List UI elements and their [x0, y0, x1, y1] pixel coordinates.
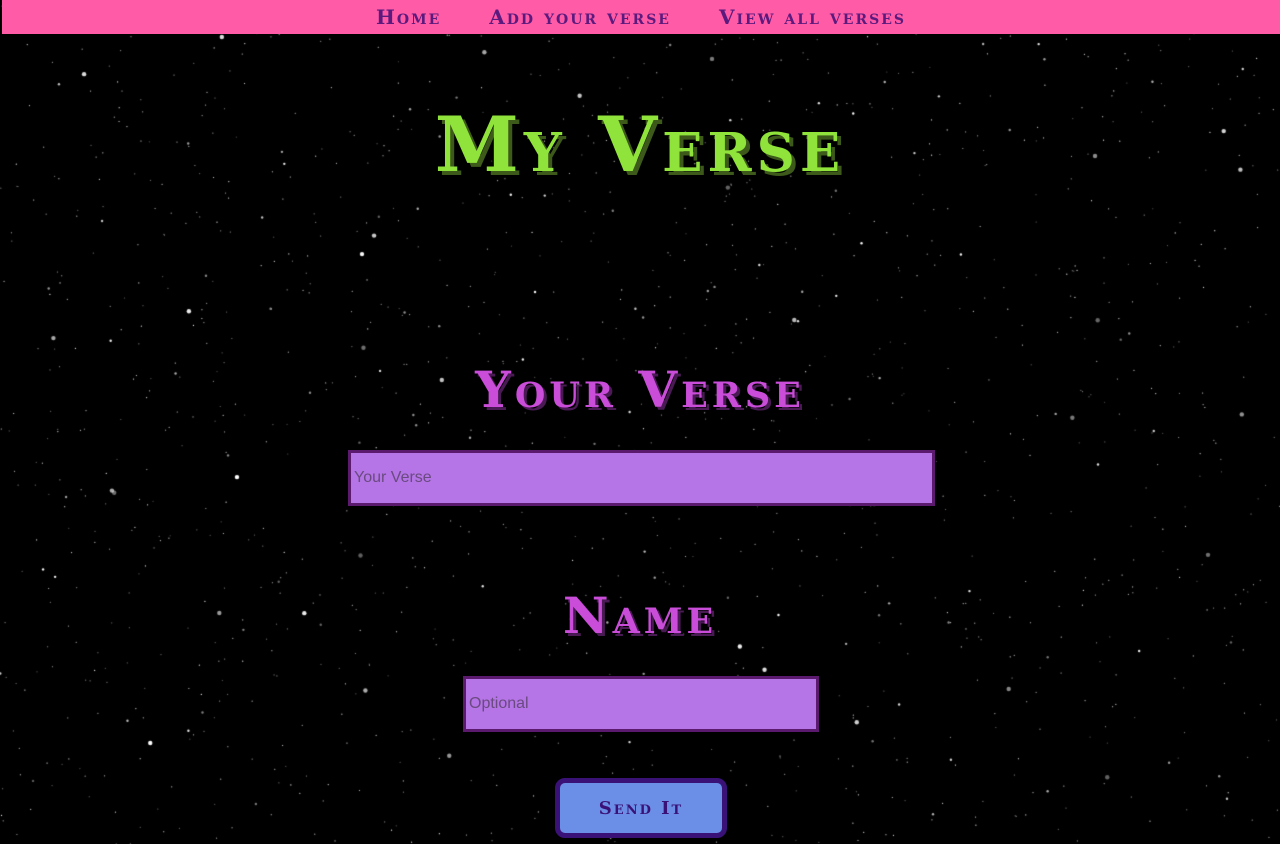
nav-add-verse-link[interactable]: Add your verse [489, 0, 671, 34]
nav-view-all-verses-link[interactable]: View all verses [719, 0, 906, 34]
name-input[interactable] [463, 676, 819, 732]
name-heading: Name [562, 586, 718, 645]
send-it-button[interactable]: Send It [555, 778, 727, 838]
main-content: My Verse Your Verse Name Send It [0, 0, 1280, 844]
page-title: My Verse [434, 100, 846, 189]
top-navigation: Home Add your verse View all verses [2, 0, 1280, 34]
verse-input[interactable] [348, 450, 935, 506]
verse-heading: Your Verse [475, 360, 805, 419]
nav-home-link[interactable]: Home [376, 0, 441, 34]
